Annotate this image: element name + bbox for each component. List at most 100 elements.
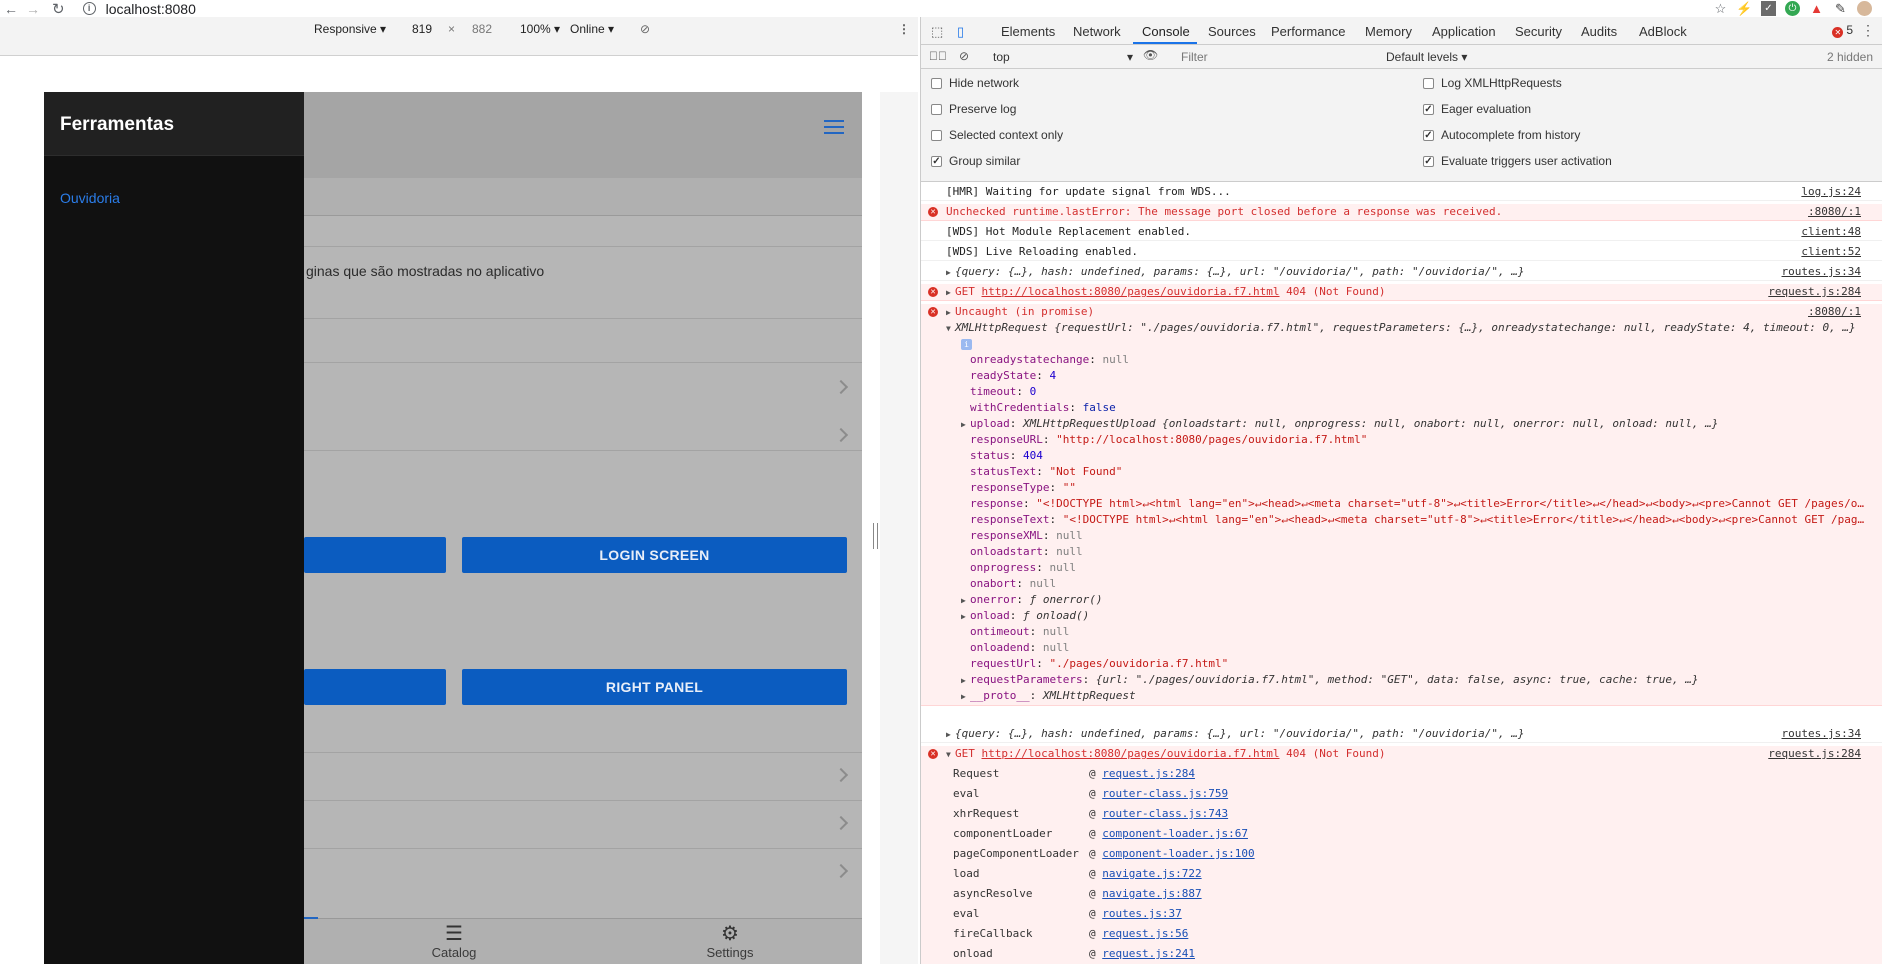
devtools-more-icon[interactable]: ⋮ — [1861, 22, 1875, 39]
option-user-activation[interactable]: ✓ Evaluate triggers user activation — [1423, 154, 1612, 168]
back-arrow-icon[interactable]: ← — [0, 2, 22, 16]
red-extension-icon[interactable]: ▲ — [1809, 1, 1824, 16]
menu-icon[interactable] — [824, 120, 844, 134]
login-screen-button[interactable]: LOGIN SCREEN — [462, 537, 847, 573]
stack-location-link[interactable]: routes.js:37 — [1102, 907, 1181, 920]
source-link[interactable]: client:48 — [1795, 224, 1861, 240]
rotate-icon[interactable]: ⊘ — [640, 22, 650, 36]
sidebar-toggle-icon[interactable]: ▸⃞ — [929, 49, 947, 63]
tab-sources[interactable]: Sources — [1208, 24, 1256, 39]
checkbox[interactable] — [931, 129, 942, 141]
tab-elements[interactable]: Elements — [1001, 24, 1055, 39]
xhr-property-row[interactable]: ▶ onload: ƒ onload() — [921, 608, 1882, 625]
source-link[interactable]: :8080/:1 — [1802, 304, 1861, 320]
checkbox[interactable] — [931, 103, 942, 115]
xhr-object-summary[interactable]: ▼ XMLHttpRequest {requestUrl: "./pages/ou… — [921, 320, 1882, 337]
checkbox[interactable] — [1423, 77, 1434, 89]
option-autocomplete[interactable]: ✓ Autocomplete from history — [1423, 128, 1580, 142]
console-output[interactable]: [HMR] Waiting for update signal from WDS… — [921, 182, 1882, 964]
reload-icon[interactable]: ↻ — [52, 0, 65, 18]
source-link[interactable]: routes.js:34 — [1776, 264, 1861, 280]
eye-icon[interactable]: 👁 — [1143, 48, 1158, 62]
expand-triangle-icon[interactable]: ▶ — [961, 417, 970, 433]
source-link[interactable]: log.js:24 — [1795, 184, 1861, 200]
chevron-right-icon[interactable] — [833, 767, 849, 783]
stack-location-link[interactable]: router-class.js:743 — [1102, 807, 1228, 820]
viewport-width-input[interactable]: 819 — [412, 22, 432, 36]
avatar-icon[interactable] — [1857, 1, 1872, 16]
forward-arrow-icon[interactable]: → — [22, 2, 44, 16]
console-object[interactable]: ▶ {query: {…}, hash: undefined, params: {… — [921, 264, 1882, 281]
left-button-2[interactable] — [304, 669, 446, 705]
log-levels-select[interactable]: Default levels ▾ — [1386, 50, 1467, 64]
request-url-link[interactable]: http://localhost:8080/pages/ouvidoria.f7… — [982, 747, 1280, 760]
tab-network[interactable]: Network — [1073, 24, 1121, 39]
chevron-right-icon[interactable] — [833, 379, 849, 395]
left-button[interactable] — [304, 537, 446, 573]
xhr-property-row[interactable]: ▶ upload: XMLHttpRequestUpload {onloadsta… — [921, 416, 1882, 433]
chevron-right-icon[interactable] — [833, 427, 849, 443]
site-info-icon[interactable]: i — [82, 2, 96, 15]
source-link[interactable]: request.js:284 — [1762, 746, 1861, 762]
checkbox-checked[interactable]: ✓ — [1423, 103, 1434, 115]
tab-security[interactable]: Security — [1515, 24, 1562, 39]
xhr-property-row[interactable]: ▶ __proto__: XMLHttpRequest — [921, 688, 1882, 705]
device-toggle-icon[interactable]: ▯ — [957, 24, 964, 40]
green-power-extension-icon[interactable]: ⏻ — [1785, 1, 1800, 16]
network-throttle-select[interactable]: Online ▾ — [570, 22, 614, 36]
checkmark-extension-icon[interactable]: ✓ — [1761, 1, 1776, 16]
filter-input[interactable]: Filter — [1177, 48, 1377, 66]
stack-location-link[interactable]: request.js:284 — [1102, 767, 1195, 780]
bookmark-star-icon[interactable]: ☆ — [1713, 1, 1728, 16]
device-more-icon[interactable]: ⋮ — [898, 22, 910, 36]
option-eager-eval[interactable]: ✓ Eager evaluation — [1423, 102, 1531, 116]
tab-console[interactable]: Console — [1142, 24, 1190, 39]
tab-audits[interactable]: Audits — [1581, 24, 1617, 39]
source-link[interactable]: routes.js:34 — [1776, 726, 1861, 742]
option-selected-context[interactable]: Selected context only — [931, 128, 1063, 142]
expand-triangle-icon[interactable]: ▶ — [946, 305, 955, 321]
resize-handle[interactable] — [873, 523, 878, 549]
console-object[interactable]: ▶ {query: {…}, hash: undefined, params: {… — [921, 726, 1882, 743]
expand-triangle-icon[interactable]: ▶ — [961, 689, 970, 705]
device-select[interactable]: Responsive ▾ — [314, 22, 386, 36]
stack-location-link[interactable]: router-class.js:759 — [1102, 787, 1228, 800]
stack-location-link[interactable]: navigate.js:722 — [1102, 867, 1201, 880]
stack-location-link[interactable]: component-loader.js:67 — [1102, 827, 1248, 840]
stack-location-link[interactable]: component-loader.js:100 — [1102, 847, 1254, 860]
notes-extension-icon[interactable]: ✎ — [1833, 1, 1848, 16]
inspect-element-icon[interactable]: ⬚ — [931, 24, 943, 40]
expand-triangle-icon[interactable]: ▶ — [946, 727, 955, 742]
context-select[interactable]: top ▾ — [993, 50, 1133, 64]
expand-triangle-icon[interactable]: ▶ — [961, 593, 970, 609]
tab-settings[interactable]: ⚙ Settings — [670, 923, 790, 960]
source-link[interactable]: :8080/:1 — [1802, 204, 1861, 220]
address-bar[interactable]: localhost:8080 — [106, 1, 196, 17]
collapse-triangle-icon[interactable]: ▼ — [946, 747, 955, 763]
option-hide-network[interactable]: Hide network — [931, 76, 1019, 90]
expand-triangle-icon[interactable]: ▶ — [946, 285, 955, 300]
chevron-right-icon[interactable] — [833, 863, 849, 879]
tab-memory[interactable]: Memory — [1365, 24, 1412, 39]
info-icon[interactable]: i — [961, 339, 972, 350]
clear-console-icon[interactable]: ⊘ — [959, 49, 969, 63]
option-group-similar[interactable]: ✓ Group similar — [931, 154, 1020, 168]
checkbox[interactable] — [931, 77, 942, 89]
expand-triangle-icon[interactable]: ▶ — [961, 609, 970, 625]
expand-triangle-icon[interactable]: ▶ — [961, 673, 970, 689]
lightning-extension-icon[interactable]: ⚡ — [1736, 1, 1752, 16]
checkbox-checked[interactable]: ✓ — [931, 155, 942, 167]
collapse-triangle-icon[interactable]: ▼ — [946, 321, 955, 337]
tab-application[interactable]: Application — [1432, 24, 1496, 39]
tab-catalog[interactable]: ☰ Catalog — [394, 923, 514, 960]
xhr-property-row[interactable]: ▶ onerror: ƒ onerror() — [921, 592, 1882, 609]
tab-adblock[interactable]: AdBlock — [1639, 24, 1687, 39]
option-log-xhr[interactable]: Log XMLHttpRequests — [1423, 76, 1562, 90]
chevron-right-icon[interactable] — [833, 815, 849, 831]
stack-location-link[interactable]: request.js:56 — [1102, 927, 1188, 940]
tab-performance[interactable]: Performance — [1271, 24, 1345, 39]
panel-link-ouvidoria[interactable]: Ouvidoria — [60, 190, 120, 206]
xhr-property-row[interactable]: ▶ requestParameters: {url: "./pages/ouvid… — [921, 672, 1882, 689]
source-link[interactable]: request.js:284 — [1762, 284, 1861, 300]
option-preserve-log[interactable]: Preserve log — [931, 102, 1016, 116]
